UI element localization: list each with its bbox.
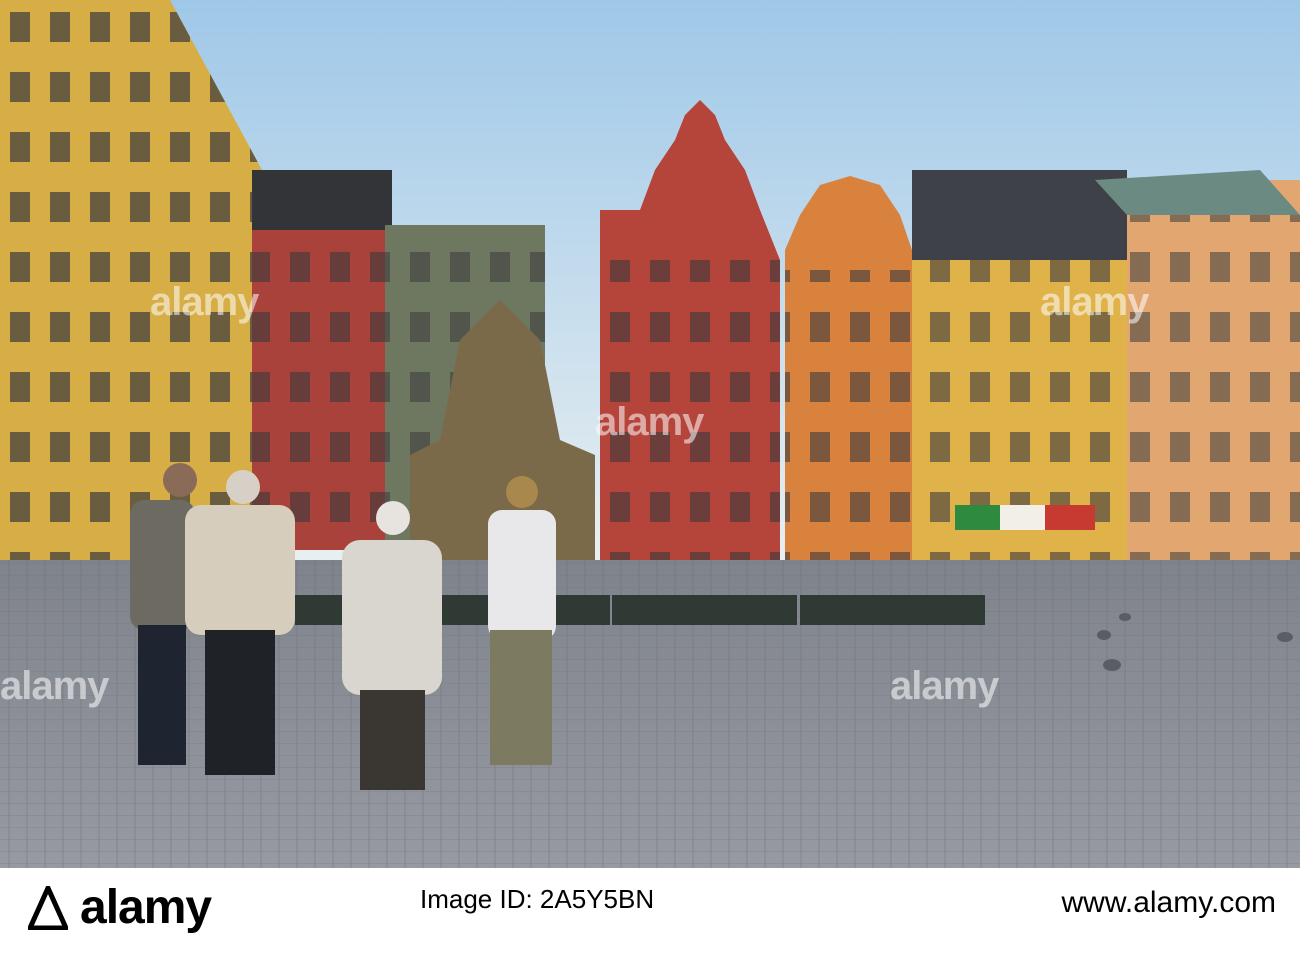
watermark-top-left: alamy	[150, 280, 259, 324]
photograph: alamy alamy alamy alamy alamy	[0, 0, 1300, 868]
watermark-mid: alamy	[595, 400, 704, 444]
striped-awning	[955, 505, 1000, 530]
footer-image-id: Image ID: 2A5Y5BN	[420, 884, 655, 914]
woman-white-top	[488, 476, 556, 765]
watermark-top-right: alamy	[1040, 280, 1149, 324]
watermark-center: alamy	[890, 664, 999, 708]
stock-footer: alamy Image ID: 2A5Y5BN www.alamy.com	[0, 868, 1300, 957]
footer-url[interactable]: www.alamy.com	[1062, 886, 1276, 920]
footer-brand: alamy	[80, 881, 212, 934]
watermark-left: alamy	[0, 664, 109, 708]
alamy-logo-icon	[28, 886, 68, 930]
